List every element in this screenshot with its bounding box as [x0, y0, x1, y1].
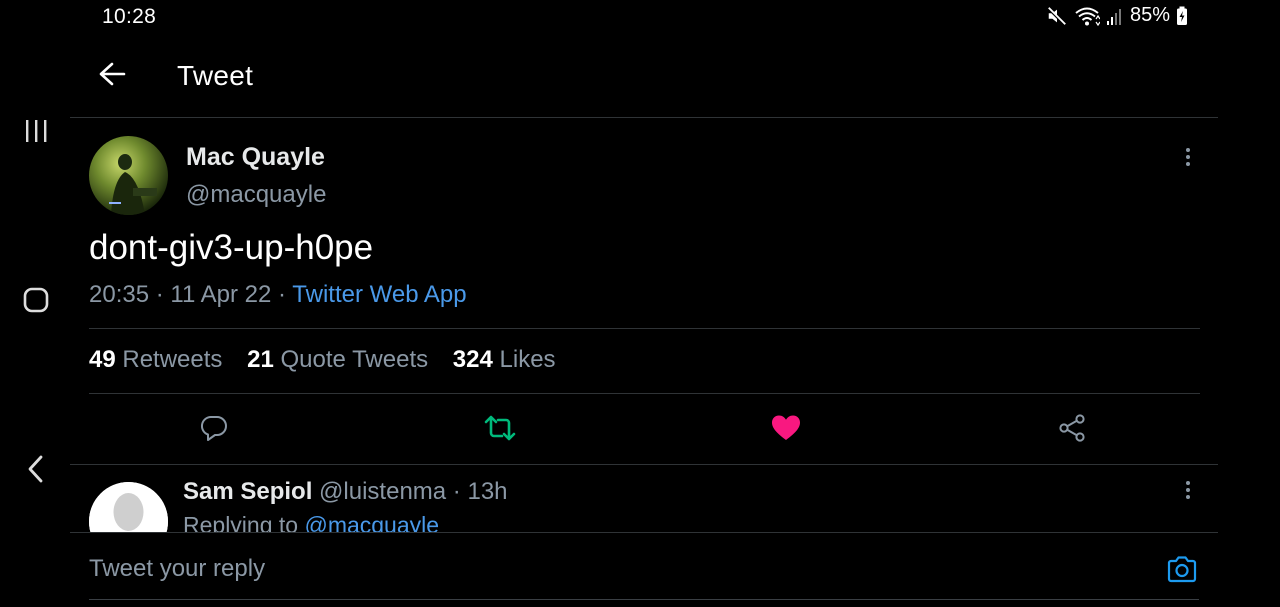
meta-divider: [89, 328, 1200, 329]
retweet-icon: [483, 413, 517, 448]
meta-separator: ·: [278, 281, 287, 308]
reply-time: 13h: [467, 478, 508, 505]
arrow-left-icon: [98, 62, 126, 91]
tweet-stats: 49 Retweets 21 Quote Tweets 324 Likes: [89, 346, 556, 374]
camera-icon: [1166, 554, 1198, 589]
author-avatar[interactable]: [89, 136, 168, 215]
reply-separator: ·: [452, 478, 461, 505]
reply-author-name[interactable]: Sam Sepiol: [183, 478, 312, 505]
stats-divider: [89, 393, 1200, 394]
header-divider: [70, 117, 1218, 118]
more-vertical-icon: [1185, 480, 1191, 505]
share-button[interactable]: [1052, 410, 1092, 450]
mute-icon: [1046, 5, 1068, 27]
wifi-icon: [1074, 5, 1100, 27]
likes-label: Likes: [499, 346, 556, 373]
back-button[interactable]: [94, 58, 130, 94]
recent-apps-button[interactable]: [18, 115, 54, 151]
author-handle[interactable]: @macquayle: [186, 181, 326, 209]
home-icon: [22, 286, 50, 319]
retweets-count: 49: [89, 346, 116, 373]
recent-apps-icon: [22, 118, 50, 149]
battery-percent: 85%: [1129, 4, 1170, 26]
status-icons: 85%: [1046, 4, 1188, 27]
page-title: Tweet: [177, 60, 254, 91]
like-button[interactable]: [766, 410, 806, 450]
author-name[interactable]: Mac Quayle: [186, 143, 325, 172]
retweet-button[interactable]: [480, 410, 520, 450]
like-icon: [771, 414, 801, 447]
reply-author-handle[interactable]: @luistenma: [319, 478, 446, 505]
camera-button[interactable]: [1164, 553, 1200, 589]
home-button[interactable]: [18, 284, 54, 320]
likes-count: 324: [452, 346, 493, 373]
likes-stat[interactable]: 324 Likes: [453, 346, 556, 373]
reply-compose-bar: [70, 532, 1218, 607]
signal-icon: [1106, 6, 1124, 26]
tweet-more-button[interactable]: [1176, 144, 1200, 174]
tweet-source-link[interactable]: Twitter Web App: [292, 281, 466, 308]
quote-tweets-stat[interactable]: 21 Quote Tweets: [247, 346, 428, 373]
battery-charging-icon: [1176, 6, 1188, 26]
back-nav-icon: [26, 454, 46, 489]
tweet-date: 11 Apr 22: [170, 281, 272, 308]
retweets-label: Retweets: [122, 346, 223, 373]
more-vertical-icon: [1185, 147, 1191, 172]
status-time: 10:28: [102, 5, 157, 28]
quote-tweets-count: 21: [247, 346, 274, 373]
compose-underline: [89, 599, 1199, 600]
reply-icon: [199, 413, 229, 448]
tweet-meta: 20:35 · 11 Apr 22 · Twitter Web App: [89, 281, 467, 309]
tweet-detail-screen: 10:28 85% Tweet Mac Quayle @macquayle do…: [0, 0, 1280, 607]
back-nav-button[interactable]: [18, 453, 54, 489]
reply-input[interactable]: [89, 555, 1089, 583]
reply-button[interactable]: [194, 410, 234, 450]
thread-divider: [70, 464, 1218, 465]
reply-more-button[interactable]: [1176, 477, 1200, 507]
share-icon: [1057, 413, 1087, 448]
retweets-stat[interactable]: 49 Retweets: [89, 346, 222, 373]
reply-header: Sam Sepiol @luistenma · 13h: [183, 478, 508, 506]
meta-separator: ·: [155, 281, 164, 308]
tweet-time: 20:35: [89, 281, 150, 308]
tweet-text: dont-giv3-up-h0pe: [89, 228, 374, 267]
quote-tweets-label: Quote Tweets: [280, 346, 429, 373]
